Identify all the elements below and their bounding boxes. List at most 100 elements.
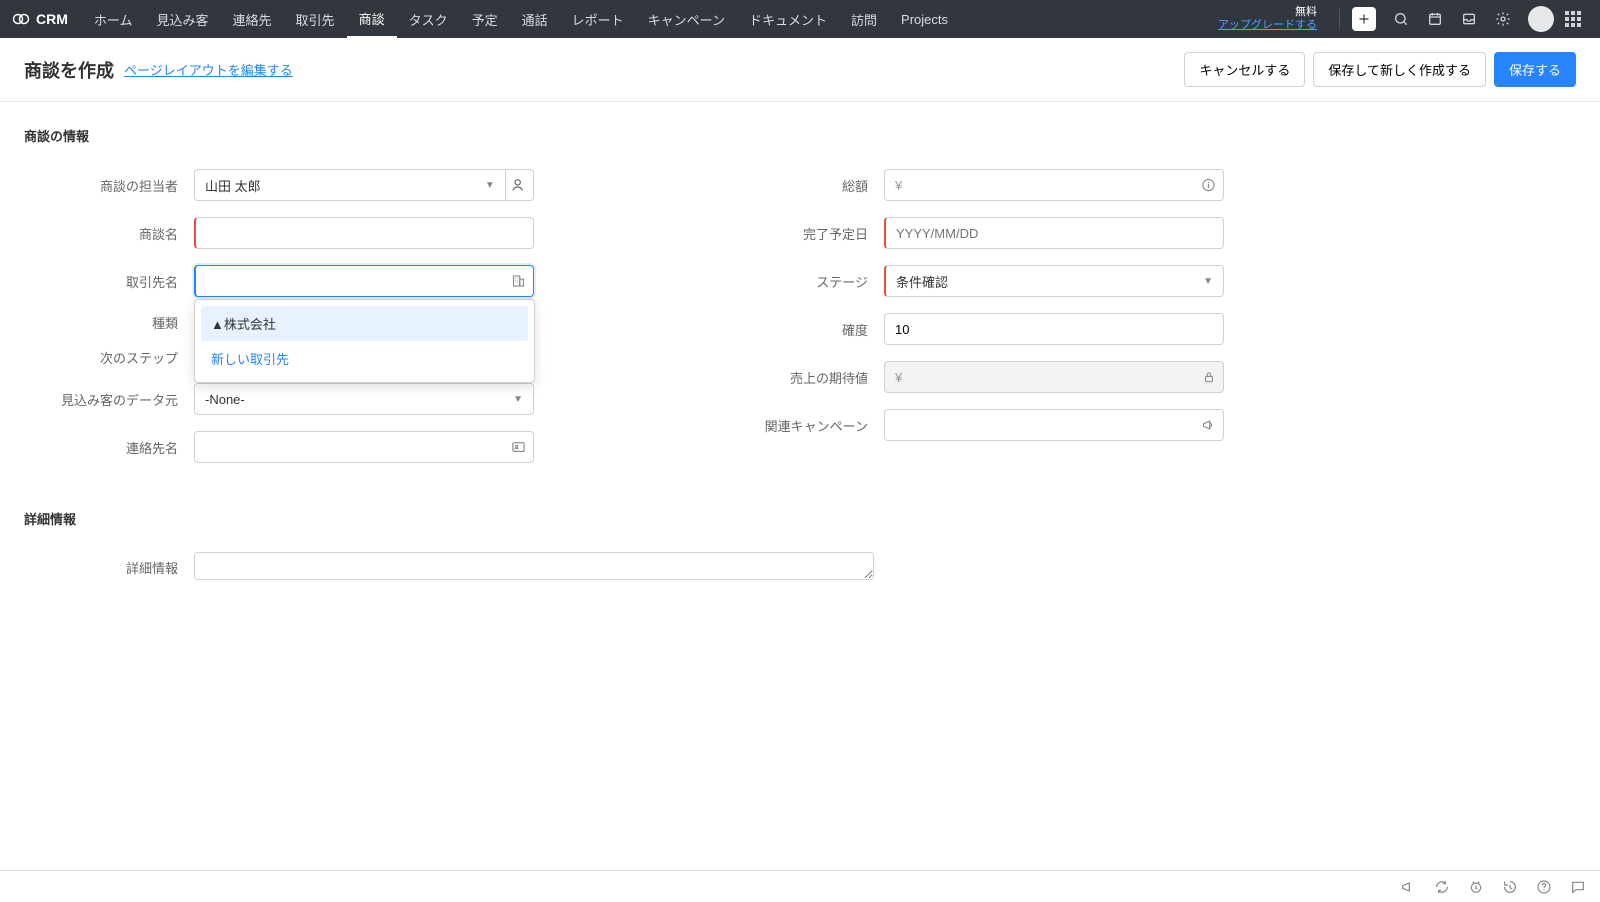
chevron-down-icon: ▼ (1203, 276, 1213, 287)
megaphone-icon (1201, 418, 1216, 433)
lead-source-select[interactable]: -None- ▼ (194, 383, 534, 415)
bottom-clock-button[interactable] (1468, 879, 1484, 895)
row-probability: 確度 (714, 313, 1224, 345)
search-button[interactable] (1386, 4, 1416, 34)
close-date-input[interactable] (884, 217, 1224, 249)
nav-leads[interactable]: 見込み客 (145, 0, 221, 38)
label-deal-name: 商談名 (24, 224, 194, 243)
label-type: 種類 (24, 313, 194, 332)
row-account: 取引先名 ▲株式会社 新しい取引先 (24, 265, 534, 297)
owner-value: 山田 太郎 (205, 176, 261, 195)
account-dropdown: ▲株式会社 新しい取引先 (194, 299, 535, 383)
info-icon[interactable] (1201, 178, 1216, 193)
add-button[interactable] (1352, 7, 1376, 31)
calendar-button[interactable] (1420, 4, 1450, 34)
label-owner: 商談の担当者 (24, 176, 194, 195)
settings-button[interactable] (1488, 4, 1518, 34)
avatar[interactable] (1528, 6, 1554, 32)
page-header: 商談を作成 ページレイアウトを編集する キャンセルする 保存して新しく作成する … (0, 38, 1600, 102)
announce-icon (1400, 879, 1416, 895)
sync-icon (1434, 879, 1450, 895)
inbox-button[interactable] (1454, 4, 1484, 34)
lock-icon (1202, 370, 1216, 384)
user-lookup-icon (511, 177, 527, 193)
nav-campaigns[interactable]: キャンペーン (636, 0, 737, 38)
description-textarea[interactable] (194, 552, 874, 580)
row-campaign: 関連キャンペーン (714, 409, 1224, 441)
nav-documents[interactable]: ドキュメント (737, 0, 839, 38)
bottom-sync-button[interactable] (1434, 879, 1450, 895)
bottom-chat-button[interactable] (1570, 879, 1586, 895)
label-description: 詳細情報 (24, 558, 194, 577)
save-and-new-button[interactable]: 保存して新しく作成する (1313, 52, 1486, 87)
label-account: 取引先名 (24, 272, 194, 291)
label-close-date: 完了予定日 (714, 224, 884, 243)
label-expected-revenue: 売上の期待値 (714, 368, 884, 387)
bottom-help-button[interactable] (1536, 879, 1552, 895)
nav-accounts[interactable]: 取引先 (284, 0, 347, 38)
upgrade-link[interactable]: アップグレードする (1218, 19, 1317, 31)
row-close-date: 完了予定日 (714, 217, 1224, 249)
label-amount: 総額 (714, 176, 884, 195)
expected-revenue-prefix: ¥ (895, 370, 902, 385)
form-col-right: 総額 ¥ 完了予定日 ステージ (714, 169, 1224, 479)
nav-calls[interactable]: 通話 (510, 0, 560, 38)
section-info-title: 商談の情報 (24, 126, 1576, 145)
header-actions: キャンセルする 保存して新しく作成する 保存する (1184, 52, 1576, 87)
apps-button[interactable] (1558, 4, 1588, 34)
account-input[interactable] (194, 265, 534, 297)
brand[interactable]: CRM (12, 10, 68, 28)
history-icon (1502, 879, 1518, 895)
page-title: 商談を作成 (24, 57, 114, 83)
nav-home[interactable]: ホーム (82, 0, 145, 38)
nav-right: 無料 アップグレードする (1218, 4, 1588, 34)
nav-events[interactable]: 予定 (460, 0, 510, 38)
amount-prefix: ¥ (895, 178, 902, 193)
content: 商談の情報 商談の担当者 山田 太郎 ▼ 商談名 (0, 102, 1600, 623)
nav-projects[interactable]: Projects (889, 0, 960, 38)
help-icon (1536, 879, 1552, 895)
brand-name: CRM (36, 11, 68, 27)
nav-deals[interactable]: 商談 (347, 0, 397, 38)
contact-card-icon (511, 440, 526, 455)
calendar-icon (1427, 11, 1443, 27)
probability-input[interactable] (884, 313, 1224, 345)
row-contact: 連絡先名 (24, 431, 534, 463)
new-account-link[interactable]: 新しい取引先 (201, 341, 528, 376)
bottom-announce-button[interactable] (1400, 879, 1416, 895)
cancel-button[interactable]: キャンセルする (1184, 52, 1305, 87)
nav-tasks[interactable]: タスク (397, 0, 460, 38)
label-stage: ステージ (714, 272, 884, 291)
label-probability: 確度 (714, 320, 884, 339)
contact-input[interactable] (194, 431, 534, 463)
upgrade-free-label: 無料 (1218, 6, 1317, 19)
search-icon (1393, 11, 1409, 27)
clock-icon (1468, 879, 1484, 895)
deal-name-input[interactable] (194, 217, 534, 249)
nav-visits[interactable]: 訪問 (839, 0, 889, 38)
amount-input[interactable]: ¥ (884, 169, 1224, 201)
campaign-input[interactable] (884, 409, 1224, 441)
row-expected-revenue: 売上の期待値 ¥ (714, 361, 1224, 393)
row-owner: 商談の担当者 山田 太郎 ▼ (24, 169, 534, 201)
expected-revenue-input: ¥ (884, 361, 1224, 393)
nav-contacts[interactable]: 連絡先 (221, 0, 284, 38)
label-campaign: 関連キャンペーン (714, 416, 884, 435)
row-lead-source: 見込み客のデータ元 -None- ▼ (24, 383, 534, 415)
upgrade-block: 無料 アップグレードする (1218, 6, 1317, 32)
nav-reports[interactable]: レポート (560, 0, 636, 38)
edit-layout-link[interactable]: ページレイアウトを編集する (124, 60, 293, 79)
form-grid: 商談の担当者 山田 太郎 ▼ 商談名 取引先名 (24, 169, 1224, 479)
apps-icon (1565, 11, 1581, 27)
top-nav: CRM ホーム 見込み客 連絡先 取引先 商談 タスク 予定 通話 レポート キ… (0, 0, 1600, 38)
owner-lookup-button[interactable] (505, 169, 534, 201)
stage-value: 条件確認 (896, 272, 948, 291)
bottom-history-button[interactable] (1502, 879, 1518, 895)
owner-select[interactable]: 山田 太郎 ▼ (194, 169, 505, 201)
row-deal-name: 商談名 (24, 217, 534, 249)
row-stage: ステージ 条件確認 ▼ (714, 265, 1224, 297)
stage-select[interactable]: 条件確認 ▼ (884, 265, 1224, 297)
label-lead-source: 見込み客のデータ元 (24, 390, 194, 409)
save-button[interactable]: 保存する (1494, 52, 1576, 87)
account-option-0[interactable]: ▲株式会社 (201, 306, 528, 341)
